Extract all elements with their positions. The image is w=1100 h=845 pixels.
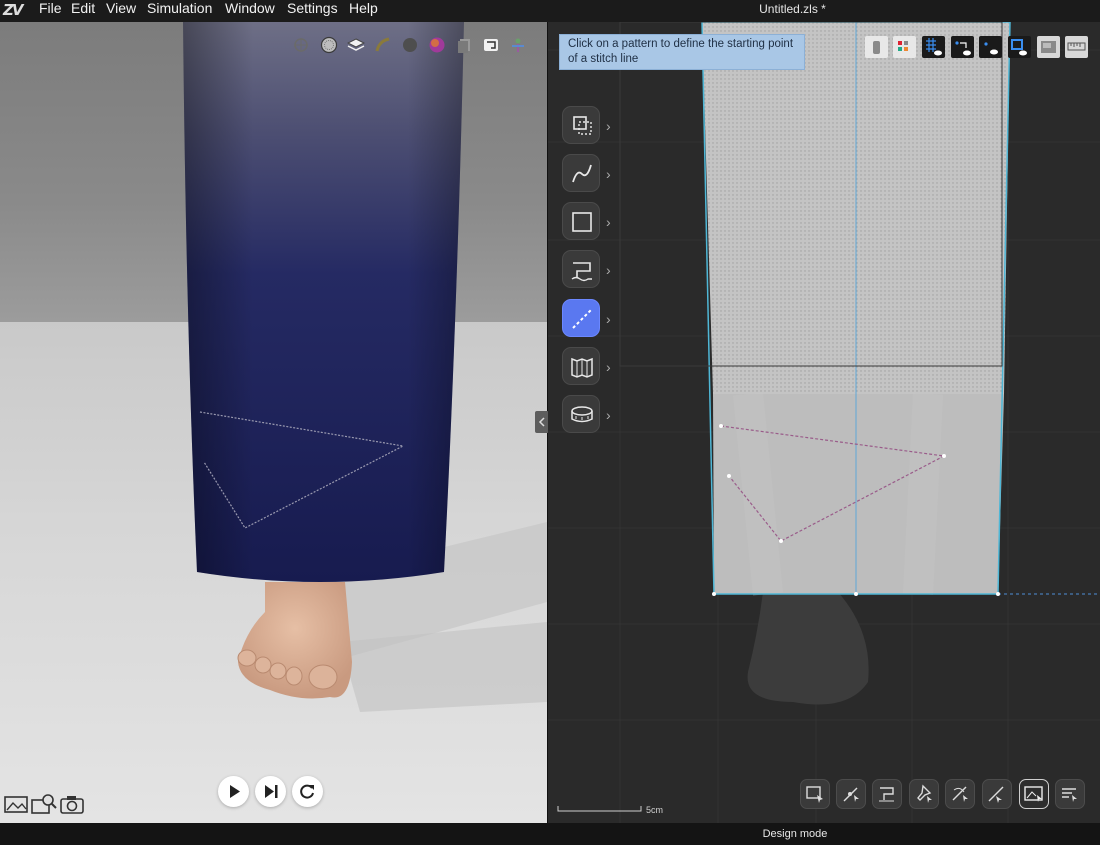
mode-status: Design mode bbox=[762, 828, 828, 840]
pin-button[interactable] bbox=[909, 779, 939, 809]
pattern-edit-icon bbox=[879, 787, 894, 802]
app-logo: ZV bbox=[3, 1, 24, 19]
chevron-left-icon bbox=[538, 417, 545, 427]
pattern-canvas[interactable] bbox=[548, 22, 1100, 823]
layers-icon[interactable] bbox=[347, 36, 365, 54]
color-sphere-icon[interactable] bbox=[428, 36, 446, 54]
ruler-icon[interactable] bbox=[374, 36, 392, 54]
copy-icon[interactable] bbox=[455, 36, 473, 54]
reset-button[interactable] bbox=[292, 776, 323, 807]
dark-sphere-icon[interactable] bbox=[401, 36, 419, 54]
step-forward-icon bbox=[265, 785, 278, 798]
chevron-right-icon[interactable]: › bbox=[606, 215, 616, 229]
collapse-handle[interactable] bbox=[535, 411, 549, 433]
zoom-scene-icon[interactable] bbox=[31, 793, 57, 815]
3d-viewport[interactable] bbox=[0, 22, 547, 823]
sewing-icon[interactable] bbox=[482, 36, 500, 54]
stitch-edit-button[interactable] bbox=[945, 779, 975, 809]
add-point-button[interactable] bbox=[982, 779, 1012, 809]
2d-pattern-window[interactable]: Click on a pattern to define the startin… bbox=[548, 22, 1100, 823]
instruction-tooltip: Click on a pattern to define the startin… bbox=[559, 34, 805, 70]
color-grid-icon[interactable] bbox=[893, 36, 916, 58]
play-button[interactable] bbox=[218, 776, 249, 807]
screenshot-icon[interactable] bbox=[3, 793, 29, 815]
chevron-right-icon[interactable]: › bbox=[606, 360, 616, 374]
avatar-icon[interactable] bbox=[509, 36, 527, 54]
points-eye-icon[interactable] bbox=[951, 36, 974, 58]
axis-icon[interactable] bbox=[292, 36, 310, 54]
chevron-right-icon[interactable]: › bbox=[606, 312, 616, 326]
menu-view[interactable]: View bbox=[106, 0, 136, 22]
chevron-right-icon[interactable]: › bbox=[606, 167, 616, 181]
transform-pattern-icon bbox=[573, 116, 592, 135]
scene-3d bbox=[183, 22, 547, 712]
stitch-line-tool-button[interactable] bbox=[562, 299, 600, 337]
menu-bar: ZV File Edit View Simulation Window Sett… bbox=[0, 0, 1100, 22]
menu-simulation[interactable]: Simulation bbox=[147, 0, 212, 22]
texture-icon[interactable] bbox=[1037, 36, 1060, 58]
list-edit-icon bbox=[1062, 788, 1077, 802]
menu-file[interactable]: File bbox=[39, 0, 62, 22]
select-icon bbox=[806, 786, 823, 803]
chevron-right-icon[interactable]: › bbox=[606, 263, 616, 277]
stitch-edit-icon bbox=[952, 786, 968, 802]
play-icon bbox=[230, 785, 240, 798]
image-edit-icon bbox=[1024, 786, 1043, 802]
texture-sphere-icon[interactable] bbox=[320, 36, 338, 54]
pattern-eye-icon[interactable] bbox=[1008, 36, 1031, 58]
tape-measure-button[interactable] bbox=[562, 395, 600, 433]
edit-point-icon bbox=[843, 787, 859, 802]
stitch-line-icon bbox=[572, 309, 592, 329]
image-edit-button[interactable] bbox=[1019, 779, 1049, 809]
list-edit-button[interactable] bbox=[1055, 779, 1085, 809]
menu-window[interactable]: Window bbox=[225, 0, 275, 22]
status-bar: Design mode bbox=[0, 823, 1100, 845]
sewing-machine-icon bbox=[571, 262, 592, 282]
scale-label: 5cm bbox=[646, 805, 664, 815]
scale-bar bbox=[557, 806, 642, 812]
grid-eye-icon[interactable] bbox=[922, 36, 945, 58]
rectangle-tool-button[interactable] bbox=[562, 202, 600, 240]
reset-icon bbox=[300, 784, 314, 799]
dot-eye-icon[interactable] bbox=[979, 36, 1002, 58]
step-forward-button[interactable] bbox=[255, 776, 286, 807]
transform-pattern-button[interactable] bbox=[562, 106, 600, 144]
window-title: Untitled.zls * bbox=[759, 2, 826, 16]
avatar-silhouette bbox=[747, 592, 869, 705]
fold-icon bbox=[571, 357, 593, 378]
rectangle-icon bbox=[572, 212, 592, 232]
chevron-right-icon[interactable]: › bbox=[606, 408, 616, 422]
edit-point-button[interactable] bbox=[836, 779, 866, 809]
chevron-right-icon[interactable]: › bbox=[606, 119, 616, 133]
curve-icon bbox=[572, 164, 592, 183]
pattern-edit-button[interactable] bbox=[872, 779, 902, 809]
avatar-silhouette-icon[interactable] bbox=[865, 36, 888, 58]
tape-measure-icon bbox=[571, 406, 593, 423]
select-tool-button[interactable] bbox=[800, 779, 830, 809]
sewing-tool-button[interactable] bbox=[562, 250, 600, 288]
ruler-bar-icon[interactable] bbox=[1065, 36, 1088, 58]
pin-icon bbox=[917, 784, 932, 803]
menu-edit[interactable]: Edit bbox=[71, 0, 95, 22]
menu-settings[interactable]: Settings bbox=[287, 0, 338, 22]
camera-icon[interactable] bbox=[59, 793, 85, 815]
curve-tool-button[interactable] bbox=[562, 154, 600, 192]
add-point-icon bbox=[988, 786, 1004, 803]
fold-tool-button[interactable] bbox=[562, 347, 600, 385]
menu-help[interactable]: Help bbox=[349, 0, 378, 22]
